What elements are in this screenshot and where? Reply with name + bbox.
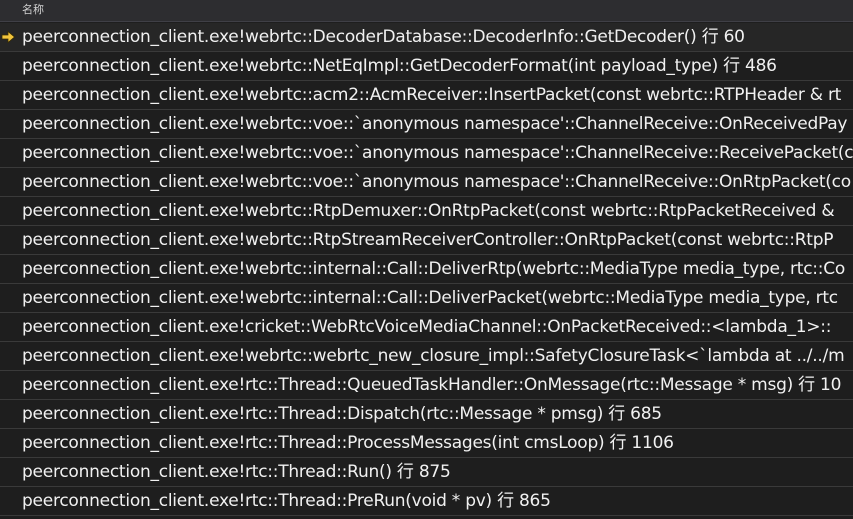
column-header: 名称: [0, 0, 853, 22]
frame-text: peerconnection_client.exe!webrtc::voe::`…: [22, 114, 848, 134]
current-call-stack-frame[interactable]: peerconnection_client.exe!webrtc::Decode…: [0, 23, 853, 52]
frame-text: peerconnection_client.exe!webrtc::RtpStr…: [22, 230, 834, 250]
frame-text: peerconnection_client.exe!rtc::Thread::R…: [22, 462, 451, 482]
call-stack-frame[interactable]: peerconnection_client.exe!webrtc::intern…: [0, 284, 853, 313]
call-stack-list: peerconnection_client.exe!webrtc::Decode…: [0, 23, 853, 516]
frame-text: peerconnection_client.exe!webrtc::voe::`…: [22, 172, 851, 192]
call-stack-frame[interactable]: peerconnection_client.exe!webrtc::NetEqI…: [0, 52, 853, 81]
call-stack-frame[interactable]: peerconnection_client.exe!rtc::Thread::R…: [0, 458, 853, 487]
frame-text: peerconnection_client.exe!rtc::Thread::D…: [22, 404, 662, 424]
frame-marker: [0, 284, 18, 312]
frame-marker: [0, 139, 18, 167]
frame-marker: [0, 81, 18, 109]
frame-marker: [0, 400, 18, 428]
frame-marker: [0, 168, 18, 196]
call-stack-frame[interactable]: peerconnection_client.exe!rtc::Thread::Q…: [0, 371, 853, 400]
frame-marker: [0, 23, 18, 51]
frame-text: peerconnection_client.exe!rtc::Thread::P…: [22, 433, 674, 453]
call-stack-frame[interactable]: peerconnection_client.exe!webrtc::voe::`…: [0, 110, 853, 139]
call-stack-frame[interactable]: peerconnection_client.exe!rtc::Thread::P…: [0, 429, 853, 458]
frame-text: peerconnection_client.exe!webrtc::RtpDem…: [22, 201, 835, 221]
frame-marker: [0, 110, 18, 138]
frame-text: peerconnection_client.exe!webrtc::NetEqI…: [22, 56, 777, 76]
frame-marker: [0, 197, 18, 225]
call-stack-frame[interactable]: peerconnection_client.exe!cricket::WebRt…: [0, 313, 853, 342]
frame-marker: [0, 342, 18, 370]
frame-text: peerconnection_client.exe!rtc::Thread::P…: [22, 491, 551, 511]
call-stack-frame[interactable]: peerconnection_client.exe!rtc::Thread::D…: [0, 400, 853, 429]
call-stack-frame[interactable]: peerconnection_client.exe!webrtc::intern…: [0, 255, 853, 284]
call-stack-frame[interactable]: peerconnection_client.exe!rtc::Thread::P…: [0, 487, 853, 516]
frame-text: peerconnection_client.exe!cricket::WebRt…: [22, 317, 832, 337]
name-column-header[interactable]: 名称: [22, 3, 44, 17]
call-stack-frame[interactable]: peerconnection_client.exe!webrtc::RtpStr…: [0, 226, 853, 255]
frame-text: peerconnection_client.exe!rtc::Thread::Q…: [22, 375, 842, 395]
call-stack-frame[interactable]: peerconnection_client.exe!webrtc::webrtc…: [0, 342, 853, 371]
frame-text: peerconnection_client.exe!webrtc::intern…: [22, 259, 846, 279]
frame-marker: [0, 458, 18, 486]
frame-text: peerconnection_client.exe!webrtc::webrtc…: [22, 346, 845, 366]
call-stack-frame[interactable]: peerconnection_client.exe!webrtc::voe::`…: [0, 168, 853, 197]
frame-marker: [0, 255, 18, 283]
frame-marker: [0, 371, 18, 399]
frame-marker: [0, 52, 18, 80]
call-stack-frame[interactable]: peerconnection_client.exe!webrtc::voe::`…: [0, 139, 853, 168]
frame-text: peerconnection_client.exe!webrtc::Decode…: [22, 27, 745, 47]
frame-marker: [0, 429, 18, 457]
frame-marker: [0, 313, 18, 341]
frame-text: peerconnection_client.exe!webrtc::acm2::…: [22, 85, 842, 105]
frame-marker: [0, 226, 18, 254]
call-stack-panel: 名称 peerconnection_client.exe!webrtc::Dec…: [0, 0, 853, 519]
current-frame-arrow-icon: [1, 31, 16, 43]
frame-text: peerconnection_client.exe!webrtc::voe::`…: [22, 143, 853, 163]
call-stack-frame[interactable]: peerconnection_client.exe!webrtc::RtpDem…: [0, 197, 853, 226]
call-stack-frame[interactable]: peerconnection_client.exe!webrtc::acm2::…: [0, 81, 853, 110]
frame-marker: [0, 487, 18, 515]
frame-text: peerconnection_client.exe!webrtc::intern…: [22, 288, 838, 308]
